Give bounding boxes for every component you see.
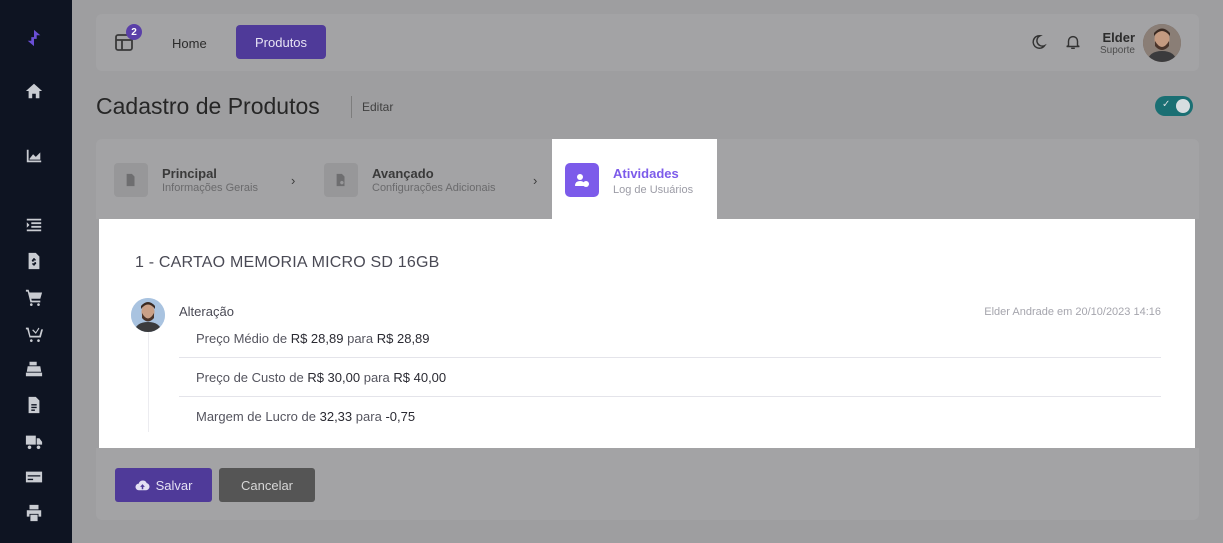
change-from-word: de bbox=[272, 330, 288, 346]
cancel-button[interactable]: Cancelar bbox=[219, 468, 315, 502]
step-title: Principal bbox=[162, 166, 217, 181]
change-from-word: de bbox=[289, 369, 304, 385]
cash-register-icon[interactable] bbox=[23, 358, 45, 380]
change-label: Preço Médio bbox=[196, 330, 269, 346]
save-button[interactable]: Salvar bbox=[115, 468, 212, 502]
bell-icon[interactable] bbox=[1064, 33, 1084, 53]
activity-type: Alteração bbox=[179, 304, 234, 319]
top-navbar: 2 Home Produtos Elder Suporte bbox=[96, 14, 1199, 71]
change-from-word: de bbox=[301, 409, 316, 424]
cloud-upload-icon bbox=[135, 480, 150, 490]
step-avancado[interactable]: Avançado Configurações Adicionais bbox=[324, 163, 496, 197]
timeline-line bbox=[148, 332, 149, 432]
step-desc: Configurações Adicionais bbox=[372, 182, 496, 194]
check-icon: ✓ bbox=[1162, 99, 1171, 110]
change-to-word: para bbox=[363, 369, 390, 385]
product-title: 1 - CARTAO MEMORIA MICRO SD 16GB bbox=[135, 254, 440, 271]
change-from: 32,33 bbox=[319, 409, 353, 424]
user-name: Elder bbox=[1102, 30, 1135, 45]
change-row: Preço Médio de R$ 28,89 para R$ 28,89 bbox=[179, 319, 1161, 358]
change-label: Margem de Lucro bbox=[196, 409, 298, 424]
avatar[interactable] bbox=[1143, 24, 1181, 62]
step-title: Avançado bbox=[372, 166, 434, 181]
avatar bbox=[131, 298, 165, 332]
status-toggle[interactable]: ✓ bbox=[1155, 96, 1193, 116]
step-desc: Log de Usuários bbox=[613, 184, 694, 196]
chevron-right-icon: › bbox=[533, 173, 538, 188]
document-dollar-icon[interactable] bbox=[23, 250, 45, 272]
change-row: Preço de Custo de R$ 30,00 para R$ 40,00 bbox=[179, 358, 1161, 397]
user-info[interactable]: Elder Suporte bbox=[1100, 30, 1135, 56]
change-to: -0,75 bbox=[385, 409, 416, 424]
file-icon[interactable] bbox=[23, 394, 45, 416]
page-subtitle: Editar bbox=[362, 100, 394, 114]
title-divider bbox=[351, 96, 352, 118]
chevron-right-icon: › bbox=[291, 173, 296, 188]
cart-icon[interactable] bbox=[23, 286, 45, 308]
cart-return-icon[interactable] bbox=[23, 322, 45, 344]
sidebar bbox=[0, 0, 72, 543]
navbar-right: Elder Suporte bbox=[1032, 24, 1181, 62]
change-from: R$ 28,89 bbox=[290, 330, 344, 346]
nav-home[interactable]: Home bbox=[158, 30, 221, 56]
step-atividades[interactable]: Atividades Log de Usuários bbox=[552, 139, 717, 220]
file-edit-icon bbox=[114, 163, 148, 197]
change-from: R$ 30,00 bbox=[307, 369, 361, 385]
change-to-word: para bbox=[347, 330, 374, 346]
notification-badge: 2 bbox=[126, 24, 142, 40]
file-settings-icon bbox=[324, 163, 358, 197]
toggle-knob bbox=[1176, 99, 1190, 113]
change-to: R$ 28,89 bbox=[376, 330, 430, 346]
home-icon[interactable] bbox=[23, 80, 45, 102]
list-icon[interactable] bbox=[23, 214, 45, 236]
activity-meta: Elder Andrade em 20/10/2023 14:16 bbox=[984, 306, 1161, 318]
activity-panel: 1 - CARTAO MEMORIA MICRO SD 16GB Alteraç… bbox=[99, 219, 1195, 448]
step-desc: Informações Gerais bbox=[162, 182, 258, 194]
truck-icon[interactable] bbox=[23, 430, 45, 452]
card-icon[interactable] bbox=[23, 466, 45, 488]
nav-produtos[interactable]: Produtos bbox=[236, 25, 327, 59]
user-role: Suporte bbox=[1099, 45, 1135, 56]
page-title: Cadastro de Produtos bbox=[96, 93, 320, 119]
logo-icon[interactable] bbox=[23, 27, 45, 49]
change-label: Preço de Custo bbox=[196, 369, 286, 385]
change-to: R$ 40,00 bbox=[393, 369, 447, 385]
change-to-word: para bbox=[355, 409, 382, 424]
change-row: Margem de Lucro de 32,33 para -0,75 bbox=[179, 397, 1161, 436]
step-title: Atividades bbox=[613, 166, 679, 181]
moon-icon[interactable] bbox=[1032, 33, 1052, 53]
chart-icon[interactable] bbox=[23, 145, 45, 167]
step-principal[interactable]: Principal Informações Gerais bbox=[114, 163, 258, 197]
user-clock-icon bbox=[565, 163, 599, 197]
save-label: Salvar bbox=[155, 477, 193, 493]
printer-icon[interactable] bbox=[23, 502, 45, 524]
